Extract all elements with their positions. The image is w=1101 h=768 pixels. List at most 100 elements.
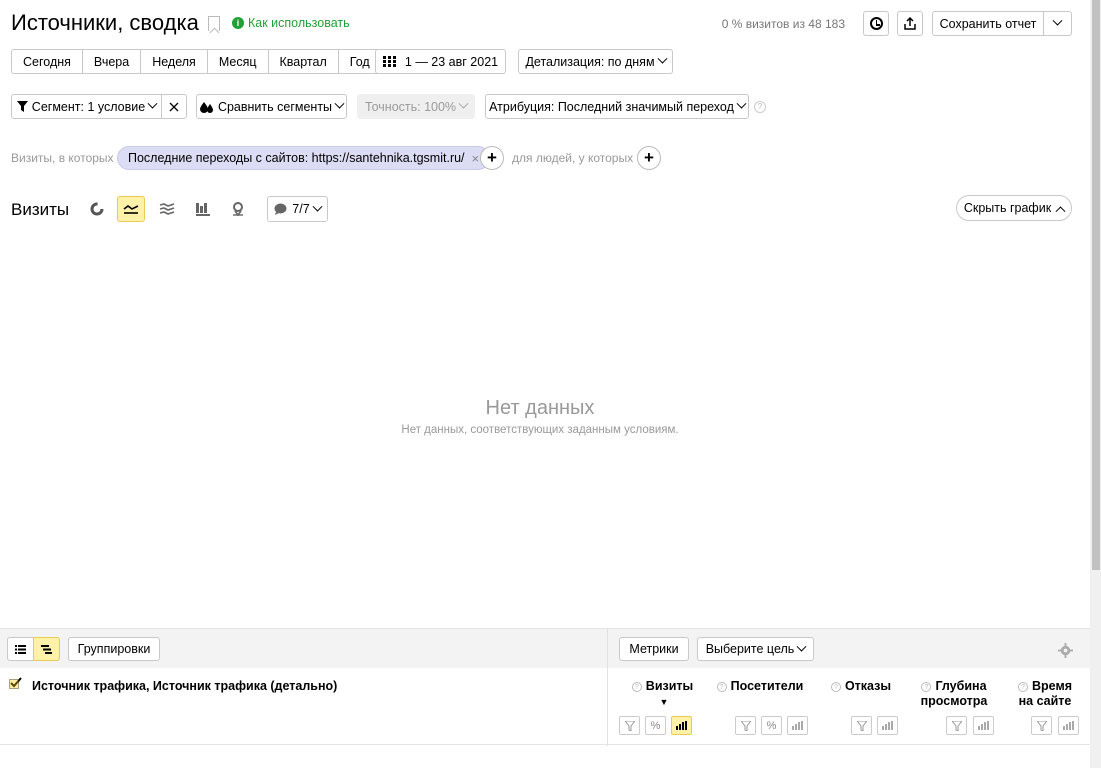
attribution-dropdown[interactable]: Атрибуция: Последний значимый переход — [485, 94, 749, 119]
column-visits[interactable]: ? Визиты ▼ — [625, 679, 700, 710]
chevron-down-icon — [334, 98, 345, 109]
period-month[interactable]: Месяц — [208, 50, 269, 73]
add-people-filter-button[interactable]: + — [637, 146, 661, 170]
info-icon: i — [232, 17, 244, 29]
funnel-icon — [1036, 720, 1047, 731]
visitors-chart-button[interactable] — [787, 716, 808, 735]
people-filter-label: для людей, у которых — [512, 151, 634, 165]
chart-type-pie[interactable] — [83, 196, 111, 222]
chart-type-area[interactable] — [153, 196, 181, 222]
accuracy-dropdown: Точность: 100% — [357, 94, 475, 119]
detail-label: Детализация: по дням — [525, 54, 655, 69]
save-report-menu-button[interactable] — [1043, 11, 1072, 36]
filter-pill-label: Последние переходы с сайтов: https://san… — [128, 151, 465, 165]
period-week[interactable]: Неделя — [141, 50, 208, 73]
depth-chart-button[interactable] — [973, 716, 994, 735]
visitors-percent-button[interactable]: % — [761, 716, 782, 735]
visitors-filter-button[interactable] — [735, 716, 756, 735]
chevron-down-icon — [312, 201, 323, 212]
chart-type-bar[interactable] — [189, 196, 217, 222]
column-depth-label-2: просмотра — [920, 694, 988, 708]
date-range-button[interactable]: 1 — 23 авг 2021 — [375, 49, 506, 74]
period-selector: Сегодня Вчера Неделя Месяц Квартал Год — [11, 49, 382, 74]
help-icon: ? — [830, 682, 841, 692]
time-filter-button[interactable] — [1031, 716, 1052, 735]
hide-chart-label: Скрыть график — [963, 201, 1052, 215]
filter-prefix: Визиты, в которых — [11, 151, 114, 165]
bookmark-icon[interactable] — [208, 16, 220, 31]
annotations-dropdown[interactable]: 7/7 — [267, 196, 328, 222]
period-today[interactable]: Сегодня — [12, 50, 83, 73]
column-depth[interactable]: ? Глубина просмотра — [918, 679, 990, 709]
help-icon: ? — [631, 682, 642, 692]
chevron-down-icon — [1052, 15, 1063, 26]
column-time-label-1: Время — [1032, 679, 1072, 693]
pie-chart-icon — [90, 202, 104, 216]
visits-share: 0 % визитов из 48 183 — [721, 17, 845, 31]
calendar-icon — [382, 56, 396, 67]
view-list-button[interactable] — [7, 637, 34, 661]
help-icon: ? — [716, 682, 727, 692]
page-scrollbar-thumb[interactable] — [1092, 0, 1100, 570]
checkbox-checked-icon[interactable] — [9, 677, 22, 689]
accuracy-label: Точность: 100% — [364, 99, 457, 114]
add-visit-filter-button[interactable]: + — [480, 146, 504, 170]
funnel-icon — [856, 720, 867, 731]
export-button[interactable] — [897, 11, 923, 36]
bounces-chart-button[interactable] — [877, 716, 898, 735]
view-tree-button[interactable] — [33, 637, 60, 661]
how-to-use-link[interactable]: i Как использовать — [232, 16, 350, 30]
help-icon[interactable]: ? — [754, 101, 766, 113]
metrics-button[interactable]: Метрики — [619, 637, 689, 661]
segment-dropdown[interactable]: Сегмент: 1 условие — [11, 94, 162, 119]
dimension-header[interactable]: Источник трафика, Источник трафика (дета… — [32, 679, 337, 693]
visits-percent-button[interactable]: % — [645, 716, 666, 735]
bar-chart-icon — [791, 721, 803, 730]
column-visitors[interactable]: ? Посетители — [715, 679, 805, 694]
segment-clear-button[interactable] — [161, 94, 187, 119]
page-title: Источники, сводка — [11, 10, 199, 35]
visits-filter-button[interactable] — [619, 716, 640, 735]
bounces-filter-button[interactable] — [851, 716, 872, 735]
chevron-up-icon — [1055, 205, 1066, 216]
percent-icon: % — [650, 719, 661, 732]
history-button[interactable] — [863, 11, 889, 36]
compare-segments-dropdown[interactable]: Сравнить сегменты — [196, 94, 347, 119]
close-icon[interactable]: × — [472, 151, 480, 166]
no-data-subtitle: Нет данных, соответствующих заданным усл… — [401, 424, 679, 436]
chevron-down-icon — [736, 98, 747, 109]
how-to-use-label: Как использовать — [248, 16, 350, 30]
line-chart-icon — [123, 205, 139, 214]
detail-dropdown[interactable]: Детализация: по дням — [518, 49, 673, 74]
column-depth-label-1: Глубина — [935, 679, 987, 693]
column-bounces[interactable]: ? Отказы — [830, 679, 892, 694]
bar-chart-icon — [675, 721, 687, 730]
chart-title: Визиты — [11, 200, 70, 219]
compare-segments-label: Сравнить сегменты — [217, 99, 333, 114]
save-report-button[interactable]: Сохранить отчет — [932, 11, 1044, 36]
depth-filter-button[interactable] — [946, 716, 967, 735]
bar-chart-icon — [196, 202, 210, 216]
period-quarter[interactable]: Квартал — [269, 50, 339, 73]
goal-label: Выберите цель — [705, 642, 795, 656]
goal-dropdown[interactable]: Выберите цель — [697, 637, 814, 661]
help-icon: ? — [921, 682, 932, 692]
chart-type-line[interactable] — [117, 196, 145, 222]
period-yesterday[interactable]: Вчера — [83, 50, 142, 73]
gear-icon[interactable] — [1058, 643, 1073, 658]
column-time-label-2: на сайте — [1018, 694, 1072, 708]
date-range-label: 1 — 23 авг 2021 — [404, 54, 499, 69]
table-toolbar — [0, 628, 1090, 668]
column-time[interactable]: ? Время на сайте — [1014, 679, 1076, 709]
groupings-button[interactable]: Группировки — [68, 637, 160, 661]
column-bounces-label: Отказы — [844, 679, 892, 693]
filter-pill[interactable]: Последние переходы с сайтов: https://san… — [117, 146, 491, 170]
chart-type-map[interactable] — [224, 196, 252, 222]
help-icon: ? — [1018, 682, 1028, 692]
no-data-title: Нет данных — [485, 397, 595, 419]
attribution-label: Атрибуция: Последний значимый переход — [489, 99, 734, 114]
bar-chart-icon — [1062, 721, 1074, 730]
hide-chart-button[interactable]: Скрыть график — [956, 195, 1072, 221]
visits-chart-button[interactable] — [671, 716, 692, 735]
time-chart-button[interactable] — [1058, 716, 1079, 735]
